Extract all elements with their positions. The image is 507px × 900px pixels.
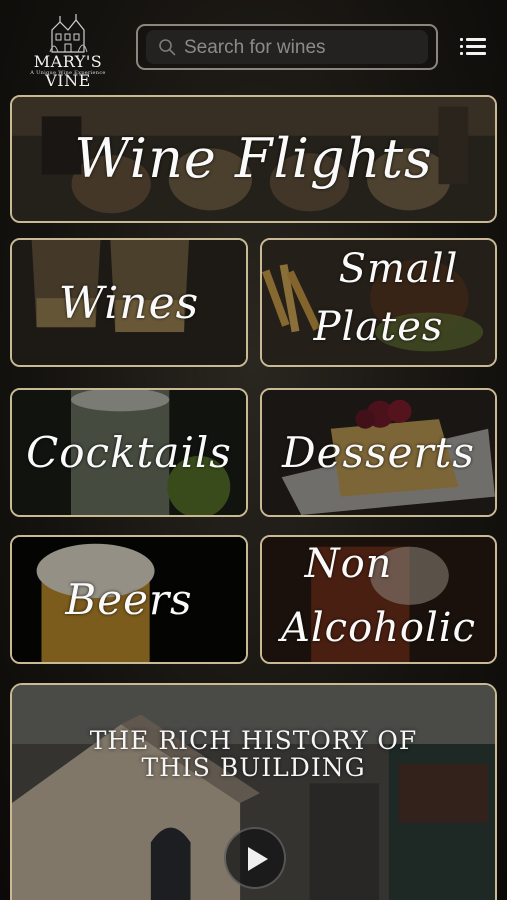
- history-title: THE RICH HISTORY OF THIS BUILDING: [89, 726, 418, 782]
- category-label: Desserts: [281, 428, 475, 477]
- category-tile-small-plates[interactable]: Small Plates: [260, 238, 497, 367]
- category-label: Plates: [313, 304, 444, 350]
- category-tile-non-alcoholic[interactable]: Non Alcoholic: [260, 535, 497, 664]
- category-tile-cocktails[interactable]: Cocktails: [10, 388, 248, 517]
- play-icon: [248, 847, 268, 871]
- category-label: Wines: [58, 278, 200, 329]
- category-tile-desserts[interactable]: Desserts: [260, 388, 497, 517]
- category-label: Beers: [65, 575, 193, 624]
- history-video-card[interactable]: THE RICH HISTORY OF THIS BUILDING: [10, 683, 497, 900]
- category-label: Alcoholic: [281, 605, 476, 651]
- play-button[interactable]: [224, 827, 286, 889]
- brand-logo[interactable]: MARY'S VINE A Unique Wine Experience: [18, 12, 118, 90]
- search-placeholder: Search for wines: [184, 37, 326, 58]
- search-input[interactable]: Search for wines: [146, 30, 428, 64]
- search-icon: [159, 39, 176, 56]
- app-header: MARY'S VINE A Unique Wine Experience Sea…: [0, 0, 507, 90]
- category-label: Cocktails: [26, 428, 232, 477]
- list-menu-icon[interactable]: [460, 36, 486, 58]
- search-bar[interactable]: Search for wines: [136, 24, 438, 70]
- category-label: Wine Flights: [74, 127, 433, 190]
- category-tile-wines[interactable]: Wines: [10, 238, 248, 367]
- category-tile-wine-flights[interactable]: Wine Flights: [10, 95, 497, 223]
- brand-tagline: A Unique Wine Experience: [30, 70, 106, 76]
- category-tile-beers[interactable]: Beers: [10, 535, 248, 664]
- building-sketch-icon: [49, 14, 88, 53]
- category-label: Small: [338, 246, 459, 292]
- category-label: Non: [304, 541, 393, 587]
